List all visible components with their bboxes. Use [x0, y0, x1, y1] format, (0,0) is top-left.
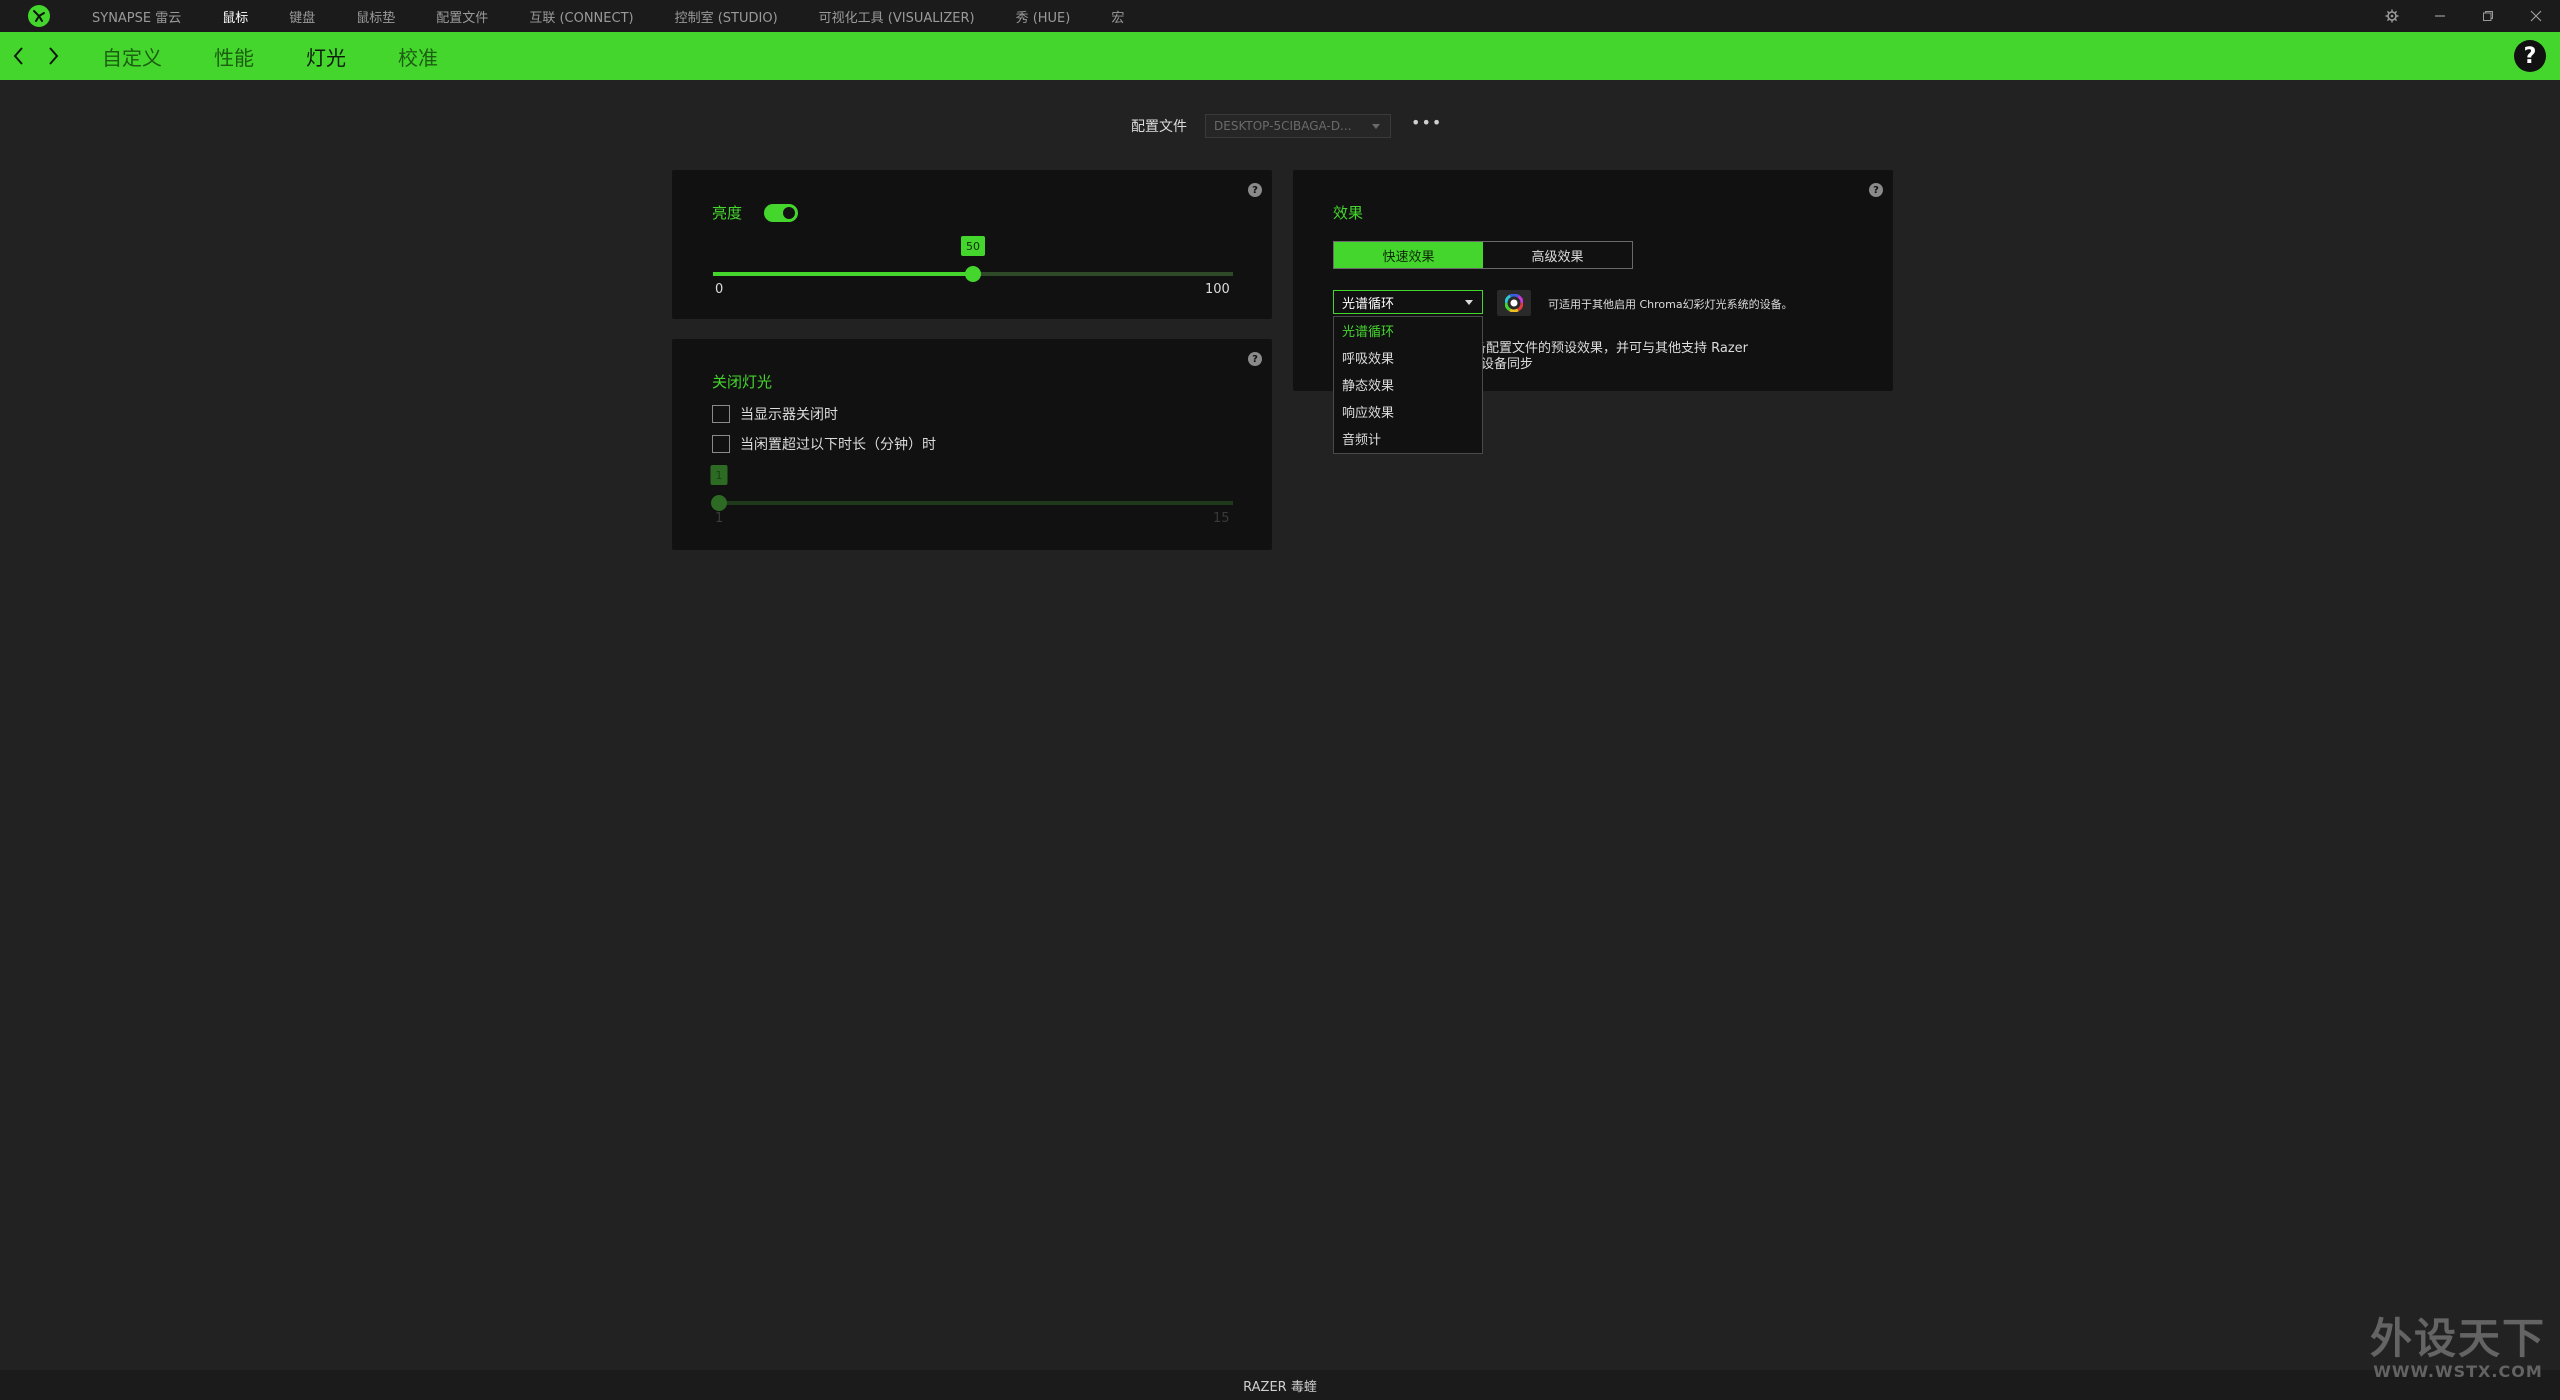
brightness-slider[interactable]	[713, 266, 1233, 282]
toggle-knob	[783, 206, 796, 219]
title-bar: SYNAPSE 雷云 鼠标 键盘 鼠标垫 配置文件 互联 (CONNECT) 控…	[0, 0, 2560, 32]
effects-title: 效果	[1333, 204, 1364, 222]
sub-tabs: 自定义 性能 灯光 校准	[102, 42, 490, 71]
top-navigation: SYNAPSE 雷云 鼠标 键盘 鼠标垫 配置文件 互联 (CONNECT) 控…	[92, 0, 1165, 32]
brightness-value-tooltip: 50	[961, 236, 985, 256]
watermark-line1: 外设天下	[2369, 1314, 2546, 1363]
device-name: RAZER 毒蝰	[1243, 1379, 1317, 1395]
tab-customize[interactable]: 自定义	[102, 42, 162, 71]
chroma-color-wheel-icon[interactable]	[1497, 290, 1531, 316]
effect-description-line2: 设备同步	[1481, 357, 1534, 372]
topnav-connect[interactable]: 互联 (CONNECT)	[529, 7, 633, 26]
profile-row: 配置文件 DESKTOP-5CIBAGA-D... •••	[1131, 114, 1442, 138]
topnav-mousepad[interactable]: 鼠标垫	[356, 7, 395, 26]
info-icon[interactable]: ?	[1869, 183, 1883, 197]
brightness-title: 亮度	[712, 204, 743, 222]
effect-option-reactive[interactable]: 响应效果	[1334, 398, 1482, 425]
profile-label: 配置文件	[1131, 119, 1187, 135]
effects-mode-switch: 快速效果 高级效果	[1333, 241, 1633, 269]
idle-checkbox[interactable]	[712, 435, 730, 453]
topnav-profiles[interactable]: 配置文件	[436, 7, 488, 26]
help-icon[interactable]: ?	[2514, 40, 2546, 72]
display-off-label: 当显示器关闭时	[740, 407, 838, 423]
topnav-hue[interactable]: 秀 (HUE)	[1016, 7, 1071, 26]
window-controls	[2368, 0, 2560, 32]
effect-option-breathing[interactable]: 呼吸效果	[1334, 344, 1482, 371]
topnav-visualizer[interactable]: 可视化工具 (VISUALIZER)	[819, 7, 975, 26]
effect-option-audio-meter[interactable]: 音频计	[1334, 425, 1482, 452]
brightness-slider-fill	[713, 272, 973, 276]
effect-option-spectrum[interactable]: 光谱循环	[1334, 317, 1482, 344]
brightness-toggle[interactable]	[764, 203, 799, 222]
effect-dropdown-list: 光谱循环 呼吸效果 静态效果 响应效果 音频计	[1333, 316, 1483, 454]
minimize-icon[interactable]	[2416, 0, 2464, 32]
idle-option: 当闲置超过以下时长（分钟）时	[712, 434, 936, 454]
idle-min-label: 1	[715, 511, 724, 526]
advanced-effects-tab[interactable]: 高级效果	[1483, 242, 1632, 268]
quick-effects-tab[interactable]: 快速效果	[1334, 242, 1483, 268]
display-off-checkbox[interactable]	[712, 405, 730, 423]
topnav-keyboard[interactable]: 键盘	[289, 7, 315, 26]
info-icon[interactable]: ?	[1248, 352, 1262, 366]
brightness-max-label: 100	[1205, 282, 1230, 297]
device-footer: RAZER 毒蝰	[0, 1370, 2560, 1400]
chroma-note: 可适用于其他启用 Chroma幻彩灯光系统的设备。	[1548, 298, 1793, 311]
topnav-studio[interactable]: 控制室 (STUDIO)	[675, 7, 778, 26]
idle-slider-thumb[interactable]	[711, 495, 727, 511]
lights-off-panel: ? 关闭灯光 当显示器关闭时 当闲置超过以下时长（分钟）时 1 1 15	[672, 339, 1272, 550]
chevron-down-icon	[1465, 300, 1473, 305]
topnav-mouse[interactable]: 鼠标	[222, 7, 248, 26]
brightness-panel: ? 亮度 50 0 100	[672, 170, 1272, 319]
display-off-option: 当显示器关闭时	[712, 404, 838, 424]
idle-slider[interactable]	[711, 495, 1233, 511]
profile-dropdown[interactable]: DESKTOP-5CIBAGA-D...	[1205, 114, 1391, 138]
effect-dropdown[interactable]: 光谱循环	[1333, 290, 1483, 314]
chevron-down-icon	[1372, 124, 1380, 129]
effect-selected-value: 光谱循环	[1342, 296, 1395, 312]
more-options-button[interactable]: •••	[1411, 115, 1442, 134]
close-icon[interactable]	[2512, 0, 2560, 32]
tab-calibration[interactable]: 校准	[398, 42, 438, 71]
effect-option-static[interactable]: 静态效果	[1334, 371, 1482, 398]
topnav-macro[interactable]: 宏	[1111, 7, 1124, 26]
idle-label: 当闲置超过以下时长（分钟）时	[740, 437, 936, 453]
watermark-line2: WWW.WSTX.COM	[2373, 1362, 2543, 1381]
info-icon[interactable]: ?	[1248, 183, 1262, 197]
tab-performance[interactable]: 性能	[214, 42, 254, 71]
brightness-slider-thumb[interactable]	[965, 266, 981, 282]
restore-icon[interactable]	[2464, 0, 2512, 32]
brightness-min-label: 0	[715, 282, 724, 297]
back-arrow-icon[interactable]	[0, 32, 38, 80]
razer-logo-icon[interactable]	[26, 3, 52, 29]
forward-arrow-icon[interactable]	[34, 32, 72, 80]
tab-lighting[interactable]: 灯光	[306, 42, 346, 71]
profile-value: DESKTOP-5CIBAGA-D...	[1214, 119, 1352, 133]
device-sub-navigation: 自定义 性能 灯光 校准 ?	[0, 32, 2560, 80]
idle-max-label: 15	[1213, 511, 1230, 526]
brightness-header: 亮度	[712, 202, 799, 223]
settings-gear-icon[interactable]	[2368, 0, 2416, 32]
idle-value-tooltip: 1	[710, 465, 728, 485]
lights-off-title: 关闭灯光	[712, 373, 773, 391]
watermark-logo: 外设天下 WWW.WSTX.COM	[2369, 1314, 2546, 1382]
topnav-synapse[interactable]: SYNAPSE 雷云	[92, 7, 181, 26]
